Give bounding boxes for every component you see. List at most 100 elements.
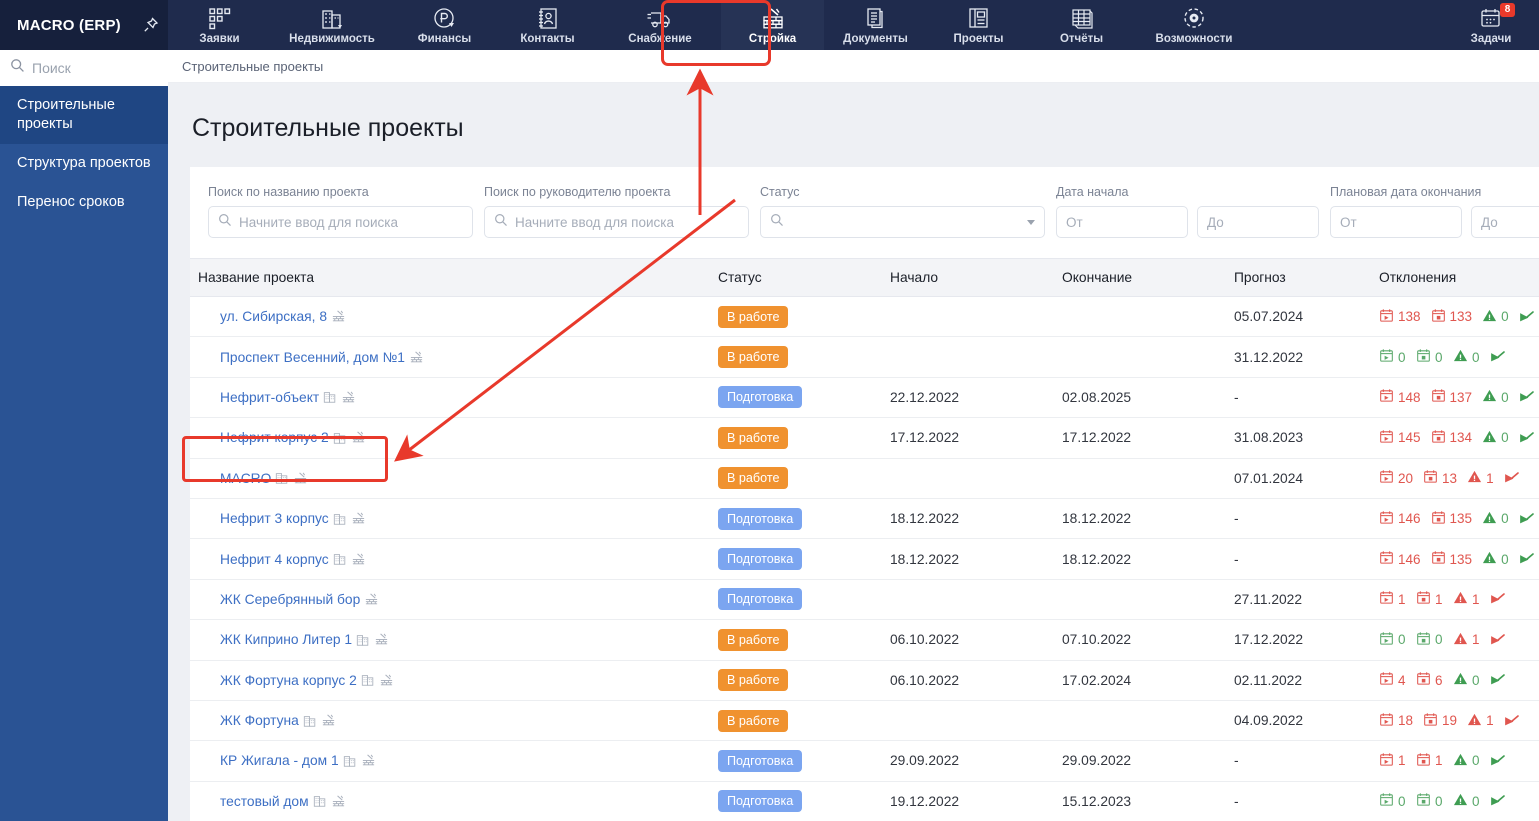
crane-icon[interactable] <box>364 592 379 607</box>
cell-project-name[interactable]: Проспект Весенний, дом №1 <box>190 336 718 378</box>
building-icon[interactable] <box>333 512 347 526</box>
deviation-item[interactable]: 1 <box>1379 590 1406 608</box>
deviation-item[interactable]: 13 <box>1423 469 1457 487</box>
cell-project-name[interactable]: ЖК Серебрянный бор <box>190 579 718 621</box>
sidebar-item-project-structure[interactable]: Структура проектов <box>0 144 168 183</box>
building-icon[interactable] <box>313 794 327 808</box>
start-date-to-input[interactable]: До <box>1197 206 1319 238</box>
deviation-item[interactable]: 0 <box>1416 348 1443 366</box>
project-link[interactable]: MACRO <box>220 471 308 486</box>
project-link[interactable]: ЖК Фортуна корпус 2 <box>220 673 394 688</box>
hammer-icon[interactable] <box>1490 753 1506 769</box>
deviation-item[interactable]: 0 <box>1453 348 1480 366</box>
deviation-item[interactable]: 137 <box>1431 388 1472 406</box>
nav-item-finance[interactable]: Финансы <box>393 0 496 50</box>
table-row[interactable]: ул. Сибирская, 8 В работе 05.07.2024 138 133… <box>190 296 1539 338</box>
column-header-deviations[interactable]: Отклонения <box>1379 258 1539 297</box>
deviation-item[interactable]: 20 <box>1379 469 1413 487</box>
hammer-icon[interactable] <box>1519 389 1535 405</box>
project-link[interactable]: ЖК Серебрянный бор <box>220 592 379 607</box>
deviation-item[interactable]: 0 <box>1482 388 1509 406</box>
deviation-item[interactable]: 134 <box>1431 429 1472 447</box>
cell-project-name[interactable]: КР Жигала - дом 1 <box>190 740 718 782</box>
status-select[interactable] <box>760 206 1045 238</box>
hammer-icon[interactable] <box>1519 551 1535 567</box>
crane-icon[interactable] <box>361 753 376 768</box>
building-icon[interactable] <box>323 390 337 404</box>
hammer-icon[interactable] <box>1490 672 1506 688</box>
cell-project-name[interactable]: Нефрит 4 корпус <box>190 538 718 580</box>
crane-icon[interactable] <box>351 430 366 445</box>
table-row[interactable]: ЖК Киприно Литер 1 В работе 06.10.2022 07.1… <box>190 619 1539 661</box>
brand-block[interactable]: MACRO (ERP) <box>0 0 168 50</box>
cell-project-name[interactable]: тестовый дом <box>190 781 718 821</box>
project-link[interactable]: Проспект Весенний, дом №1 <box>220 350 424 365</box>
deviation-item[interactable]: 4 <box>1379 671 1406 689</box>
deviation-item[interactable]: 0 <box>1482 429 1509 447</box>
table-row[interactable]: Нефрит 3 корпус Подготовка 18.12.2022 18.12… <box>190 498 1539 540</box>
deviation-item[interactable]: 0 <box>1379 348 1406 366</box>
cell-project-name[interactable]: Нефрит корпус 2 <box>190 417 718 459</box>
table-row[interactable]: ЖК Фортуна корпус 2 В работе 06.10.2022 17.… <box>190 660 1539 701</box>
crane-icon[interactable] <box>379 673 394 688</box>
hammer-icon[interactable] <box>1490 632 1506 648</box>
deviation-item[interactable]: 0 <box>1416 792 1443 810</box>
project-name-input[interactable]: Начните ввод для поиска <box>208 206 473 238</box>
nav-item-requests[interactable]: Заявки <box>168 0 271 50</box>
cell-project-name[interactable]: Нефрит 3 корпус <box>190 498 718 540</box>
crane-icon[interactable] <box>351 511 366 526</box>
crane-icon[interactable] <box>331 794 346 809</box>
nav-item-documents[interactable]: Документы <box>824 0 927 50</box>
column-header-name[interactable]: Название проекта <box>190 258 718 297</box>
nav-item-tasks[interactable]: 8 Задачи <box>1443 0 1539 50</box>
cell-project-name[interactable]: ЖК Киприно Литер 1 <box>190 619 718 661</box>
deviation-item[interactable]: 1 <box>1379 752 1406 770</box>
cell-project-name[interactable]: Нефрит-объект <box>190 377 718 419</box>
project-link[interactable]: Нефрит 3 корпус <box>220 511 366 526</box>
project-link[interactable]: Нефрит 4 корпус <box>220 552 366 567</box>
deviation-item[interactable]: 18 <box>1379 712 1413 730</box>
cell-project-name[interactable]: ЖК Фортуна корпус 2 <box>190 660 718 701</box>
nav-item-realestate[interactable]: Недвижимость <box>271 0 393 50</box>
deviation-item[interactable]: 148 <box>1379 388 1421 406</box>
deviation-item[interactable]: 135 <box>1431 510 1472 528</box>
table-row[interactable]: Нефрит корпус 2 В работе 17.12.2022 17.12.2… <box>190 417 1539 459</box>
deviation-item[interactable]: 1 <box>1416 590 1443 608</box>
building-icon[interactable] <box>275 471 289 485</box>
hammer-icon[interactable] <box>1490 591 1506 607</box>
deviation-item[interactable]: 138 <box>1379 308 1421 326</box>
deviation-item[interactable]: 1 <box>1467 712 1494 730</box>
hammer-icon[interactable] <box>1519 430 1535 446</box>
hammer-icon[interactable] <box>1490 793 1506 809</box>
column-header-end[interactable]: Окончание <box>1062 258 1234 297</box>
deviation-item[interactable]: 1 <box>1453 631 1480 649</box>
building-icon[interactable] <box>361 673 375 687</box>
table-row[interactable]: тестовый дом Подготовка 19.12.2022 15.12.20… <box>190 781 1539 821</box>
hammer-icon[interactable] <box>1504 470 1520 486</box>
deviation-item[interactable]: 0 <box>1453 671 1480 689</box>
table-row[interactable]: ЖК Серебрянный бор Подготовка 27.11.2022 1 1… <box>190 579 1539 621</box>
nav-item-supply[interactable]: Снабжение <box>599 0 721 50</box>
project-link[interactable]: ЖК Фортуна <box>220 713 336 728</box>
crane-icon[interactable] <box>351 552 366 567</box>
deviation-item[interactable]: 6 <box>1416 671 1443 689</box>
chevron-down-icon[interactable] <box>1027 219 1035 225</box>
crane-icon[interactable] <box>409 350 424 365</box>
table-row[interactable]: ЖК Фортуна В работе 04.09.2022 18 19 1 <box>190 700 1539 742</box>
deviation-item[interactable]: 133 <box>1431 308 1472 326</box>
deviation-item[interactable]: 0 <box>1379 631 1406 649</box>
crane-icon[interactable] <box>321 713 336 728</box>
nav-item-contacts[interactable]: Контакты <box>496 0 599 50</box>
hammer-icon[interactable] <box>1519 511 1535 527</box>
column-header-start[interactable]: Начало <box>890 258 1062 297</box>
project-manager-input[interactable]: Начните ввод для поиска <box>484 206 749 238</box>
crane-icon[interactable] <box>374 632 389 647</box>
deviation-item[interactable]: 0 <box>1453 792 1480 810</box>
project-link[interactable]: Нефрит корпус 2 <box>220 430 366 445</box>
building-icon[interactable] <box>303 714 317 728</box>
nav-item-projects[interactable]: Проекты <box>927 0 1030 50</box>
deviation-item[interactable]: 0 <box>1482 308 1509 326</box>
table-row[interactable]: Нефрит 4 корпус Подготовка 18.12.2022 18.12… <box>190 538 1539 580</box>
project-link[interactable]: ЖК Киприно Литер 1 <box>220 632 389 647</box>
table-row[interactable]: MACRO В работе 07.01.2024 20 13 1 <box>190 458 1539 499</box>
